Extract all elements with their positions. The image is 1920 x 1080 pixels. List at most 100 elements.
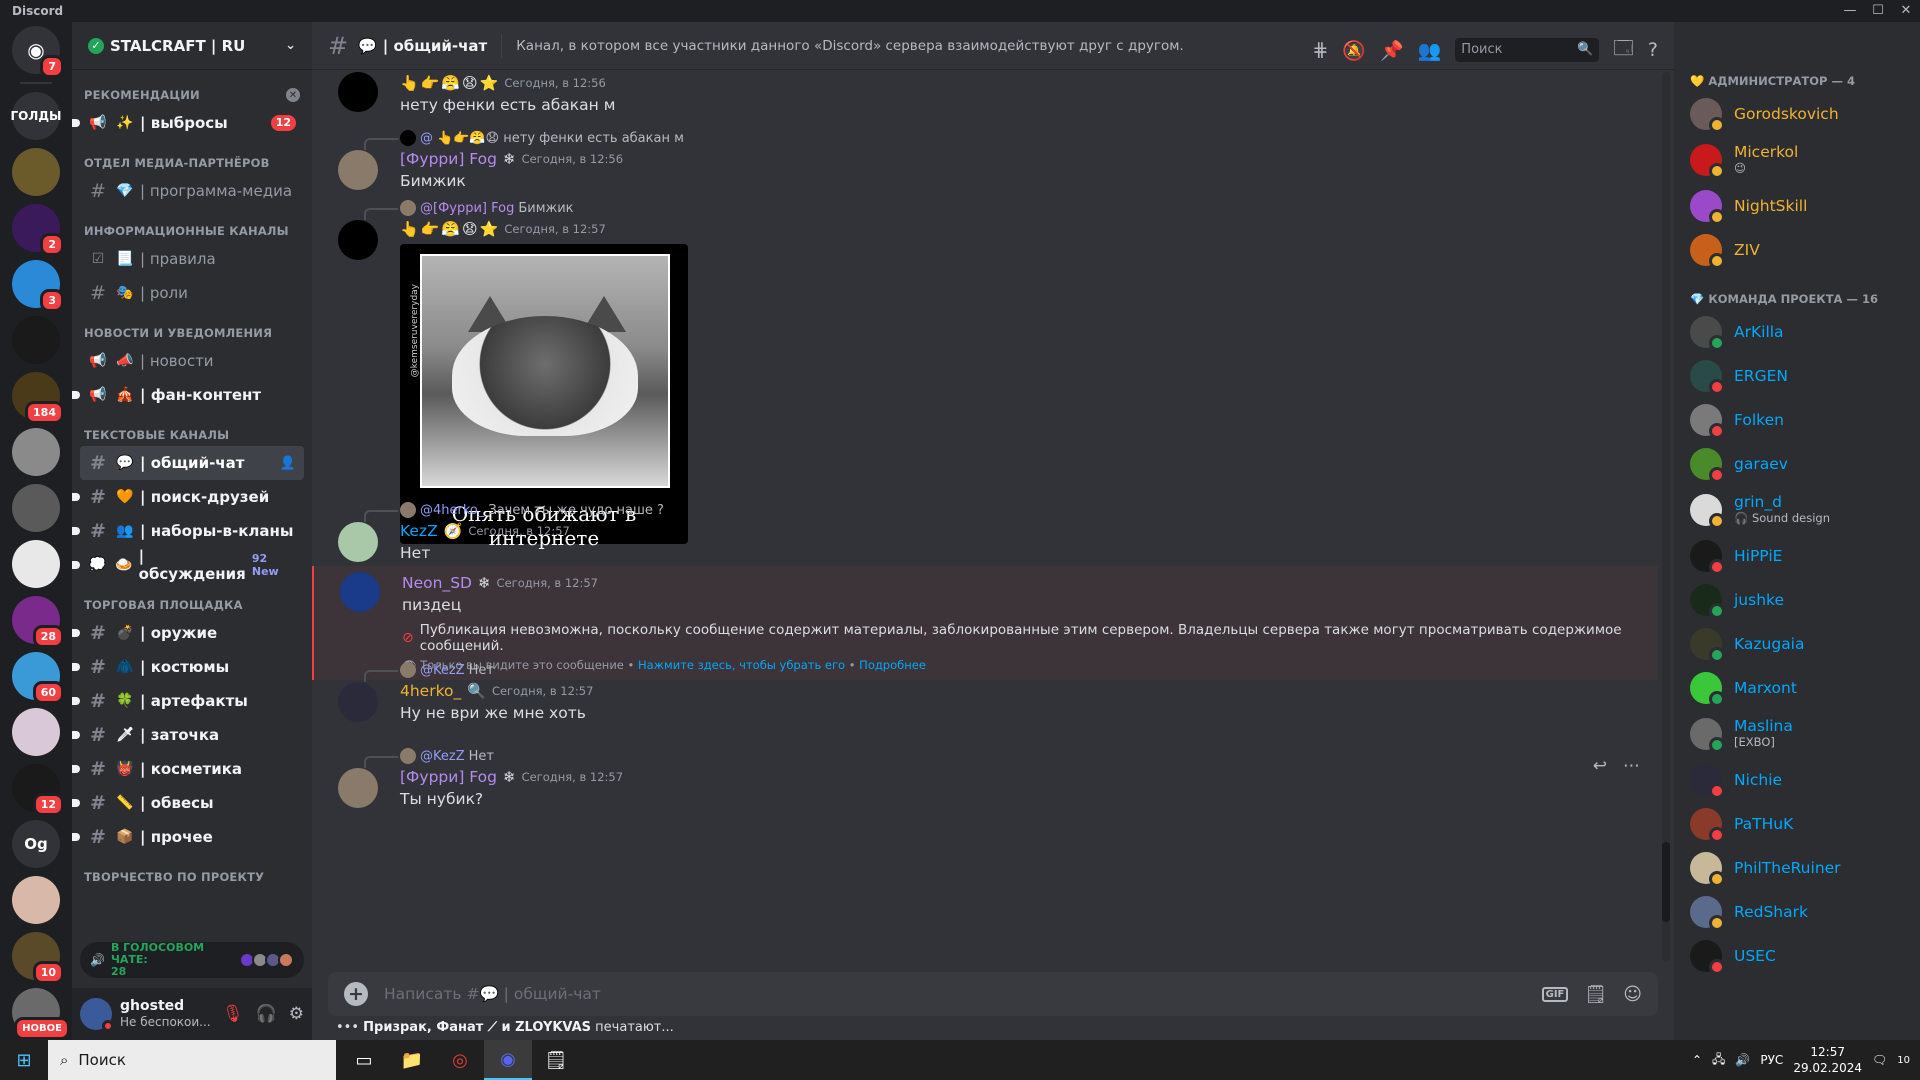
server-icon[interactable]: 2 xyxy=(12,204,64,256)
member-item[interactable]: Kazugaia xyxy=(1682,622,1912,666)
guild-header[interactable]: ✓ STALCRAFT | RU ⌄ xyxy=(72,22,312,70)
help-icon[interactable]: ? xyxy=(1648,39,1658,61)
sticker-icon[interactable]: 🗒 xyxy=(1584,984,1607,1005)
gif-attachment[interactable]: @kemseruvereryday Опять обижают в интерне… xyxy=(400,244,688,550)
member-item[interactable]: HiPPiE xyxy=(1682,534,1912,578)
avatar[interactable] xyxy=(338,522,378,562)
avatar[interactable] xyxy=(338,220,378,260)
reply-preview[interactable]: @ 👆👉😤😧 нету фенки есть абакан м xyxy=(364,128,1658,150)
avatar[interactable] xyxy=(80,998,114,1032)
avatar[interactable] xyxy=(340,572,380,612)
message[interactable]: @KezZ Нет [Фурри] Fog ❄ Сегодня, в 12:57 Ты н… xyxy=(328,746,1658,810)
avatar[interactable] xyxy=(338,150,378,190)
server-icon[interactable]: 28 xyxy=(12,596,64,648)
server-icon[interactable] xyxy=(12,428,60,476)
channel-item[interactable]: # 💣 | оружие xyxy=(72,616,304,650)
channel-item[interactable]: # 📦 | прочее xyxy=(72,820,304,854)
member-item[interactable]: PaTHuK xyxy=(1682,802,1912,846)
channel-item[interactable]: # 🧥 | костюмы xyxy=(72,650,304,684)
more-options-icon[interactable]: ⋯ xyxy=(1623,756,1640,776)
member-item[interactable]: RedShark xyxy=(1682,890,1912,934)
volume-icon[interactable]: 🔊 xyxy=(1735,1053,1750,1067)
scrollbar[interactable] xyxy=(1662,72,1670,962)
attach-plus-icon[interactable]: + xyxy=(344,982,368,1006)
message-author[interactable]: [Фурри] Fog xyxy=(400,768,497,786)
channel-category[interactable]: ТОРГОВАЯ ПЛОЩАДКА xyxy=(80,582,304,616)
member-item[interactable]: NightSkill xyxy=(1682,184,1912,228)
channel-item[interactable]: # 🍀 | артефакты xyxy=(72,684,304,718)
maximize-button[interactable]: ☐ xyxy=(1864,0,1892,22)
gear-icon[interactable]: ⚙ xyxy=(289,1004,304,1024)
avatar[interactable] xyxy=(338,72,378,112)
server-icon[interactable]: 184 xyxy=(12,372,64,424)
notepad-icon[interactable]: 🗒 xyxy=(532,1040,580,1080)
pin-icon[interactable]: 📌 xyxy=(1380,39,1404,62)
channel-item[interactable]: # 💎 | программа-медиа xyxy=(80,174,304,208)
member-item[interactable]: USEC xyxy=(1682,934,1912,978)
channel-item[interactable]: 📢 ✨ | выбросы 12 xyxy=(72,106,304,140)
notification-center-icon[interactable]: 🗨 xyxy=(1872,1053,1887,1067)
message[interactable]: @ 👆👉😤😧 нету фенки есть абакан м [Фурри] Fo… xyxy=(328,128,1658,192)
server-icon[interactable]: 3 xyxy=(12,260,64,312)
home-button[interactable]: ◉ 7 xyxy=(12,26,64,78)
inbox-icon[interactable]: 🗔 xyxy=(1613,34,1634,66)
member-list-icon[interactable]: 👥 xyxy=(1418,39,1442,62)
minimize-button[interactable]: — xyxy=(1836,0,1864,22)
server-icon[interactable] xyxy=(12,708,60,756)
avatar[interactable] xyxy=(338,768,378,808)
language-indicator[interactable]: РУС xyxy=(1760,1053,1783,1067)
network-icon[interactable]: 🖧 xyxy=(1712,1050,1725,1071)
member-item[interactable]: jushke xyxy=(1682,578,1912,622)
channel-item[interactable]: # 📏 | обвесы xyxy=(72,786,304,820)
emoji-icon[interactable]: ☺ xyxy=(1623,984,1642,1005)
channel-item[interactable]: # 💬 | общий-чат 👤 xyxy=(80,446,304,480)
member-item[interactable]: grin_d 🎧 Sound design xyxy=(1682,486,1912,534)
server-icon[interactable] xyxy=(12,540,60,588)
reply-preview[interactable]: @[Фурри] Fog Бимжик xyxy=(364,198,1658,220)
server-icon[interactable]: 10 xyxy=(12,932,64,984)
search-input[interactable]: Поиск 🔍 xyxy=(1455,38,1600,62)
channel-item[interactable]: # 👹 | косметика xyxy=(72,752,304,786)
server-icon[interactable] xyxy=(12,484,60,532)
channel-item[interactable]: # 🎭 | роли xyxy=(80,276,304,310)
channel-category[interactable]: ИНФОРМАЦИОННЫЕ КАНАЛЫ xyxy=(80,208,304,242)
message-author[interactable]: KezZ xyxy=(400,522,438,540)
scrollbar-thumb[interactable] xyxy=(1662,842,1670,922)
server-icon[interactable]: 60 xyxy=(12,652,64,704)
server-icon[interactable]: 12 xyxy=(12,764,64,816)
channel-topic[interactable]: Канал, в котором все участники данного «… xyxy=(516,38,1184,54)
message[interactable]: 👆👉😤😧⭐ Сегодня, в 12:56 нету фенки есть аба… xyxy=(328,72,1658,116)
channel-category[interactable]: НОВОСТИ И УВЕДОМЛЕНИЯ xyxy=(80,310,304,344)
close-button[interactable]: ✕ xyxy=(1892,0,1920,22)
channel-category[interactable]: ТВОРЧЕСТВО ПО ПРОЕКТУ xyxy=(80,854,304,888)
channel-item[interactable]: # 👥 | наборы-в-кланы xyxy=(72,514,304,548)
threads-icon[interactable]: ⋕ xyxy=(1312,39,1328,61)
server-icon[interactable] xyxy=(12,316,60,364)
task-view-icon[interactable]: ▭ xyxy=(340,1040,388,1080)
channel-item[interactable]: # 🗡 | заточка xyxy=(72,718,304,752)
close-icon[interactable]: ✕ xyxy=(286,88,300,102)
server-icon[interactable]: НОВОЕ xyxy=(12,988,70,1040)
channel-category[interactable]: ТЕКСТОВЫЕ КАНАЛЫ xyxy=(80,412,304,446)
gif-icon[interactable]: GIF xyxy=(1541,986,1569,1002)
channel-item[interactable]: 📢 📣 | новости xyxy=(80,344,304,378)
invite-icon[interactable]: 👤 xyxy=(280,456,296,471)
member-item[interactable]: Nichie xyxy=(1682,758,1912,802)
voice-activity[interactable]: 🔊 В ГОЛОСОВОМ ЧАТЕ: 28 xyxy=(72,942,312,980)
message[interactable]: @KezZ Нет 4herko_ 🔍 Сегодня, в 12:57 Ну не вр… xyxy=(328,660,1658,724)
chrome-icon[interactable]: ◎ xyxy=(436,1040,484,1080)
server-icon[interactable]: Og xyxy=(12,820,60,868)
member-item[interactable]: Micerkol 😉 xyxy=(1682,136,1912,184)
member-item[interactable]: PhilTheRuiner xyxy=(1682,846,1912,890)
reply-preview[interactable]: @KezZ Нет xyxy=(364,746,1658,768)
file-explorer-icon[interactable]: 📁 xyxy=(388,1040,436,1080)
message-author[interactable]: 4herko_ xyxy=(400,682,461,700)
channel-item[interactable]: # 🧡 | поиск-друзей xyxy=(72,480,304,514)
channel-item[interactable]: 💭 🍛 | обсуждения 92 New xyxy=(72,547,304,583)
message[interactable]: @[Фурри] Fog Бимжик 👆👉😤😧⭐ Сегодня, в 12:57 @… xyxy=(328,198,1658,550)
reply-preview[interactable]: @4herko_ Зачем ты же чудо наше ? xyxy=(364,500,1658,522)
member-item[interactable]: ERGEN xyxy=(1682,354,1912,398)
notifications-muted-icon[interactable]: 🔕 xyxy=(1342,39,1366,62)
server-icon[interactable] xyxy=(12,148,60,196)
message[interactable]: @4herko_ Зачем ты же чудо наше ? KezZ 🧭 Сего… xyxy=(328,500,1658,564)
